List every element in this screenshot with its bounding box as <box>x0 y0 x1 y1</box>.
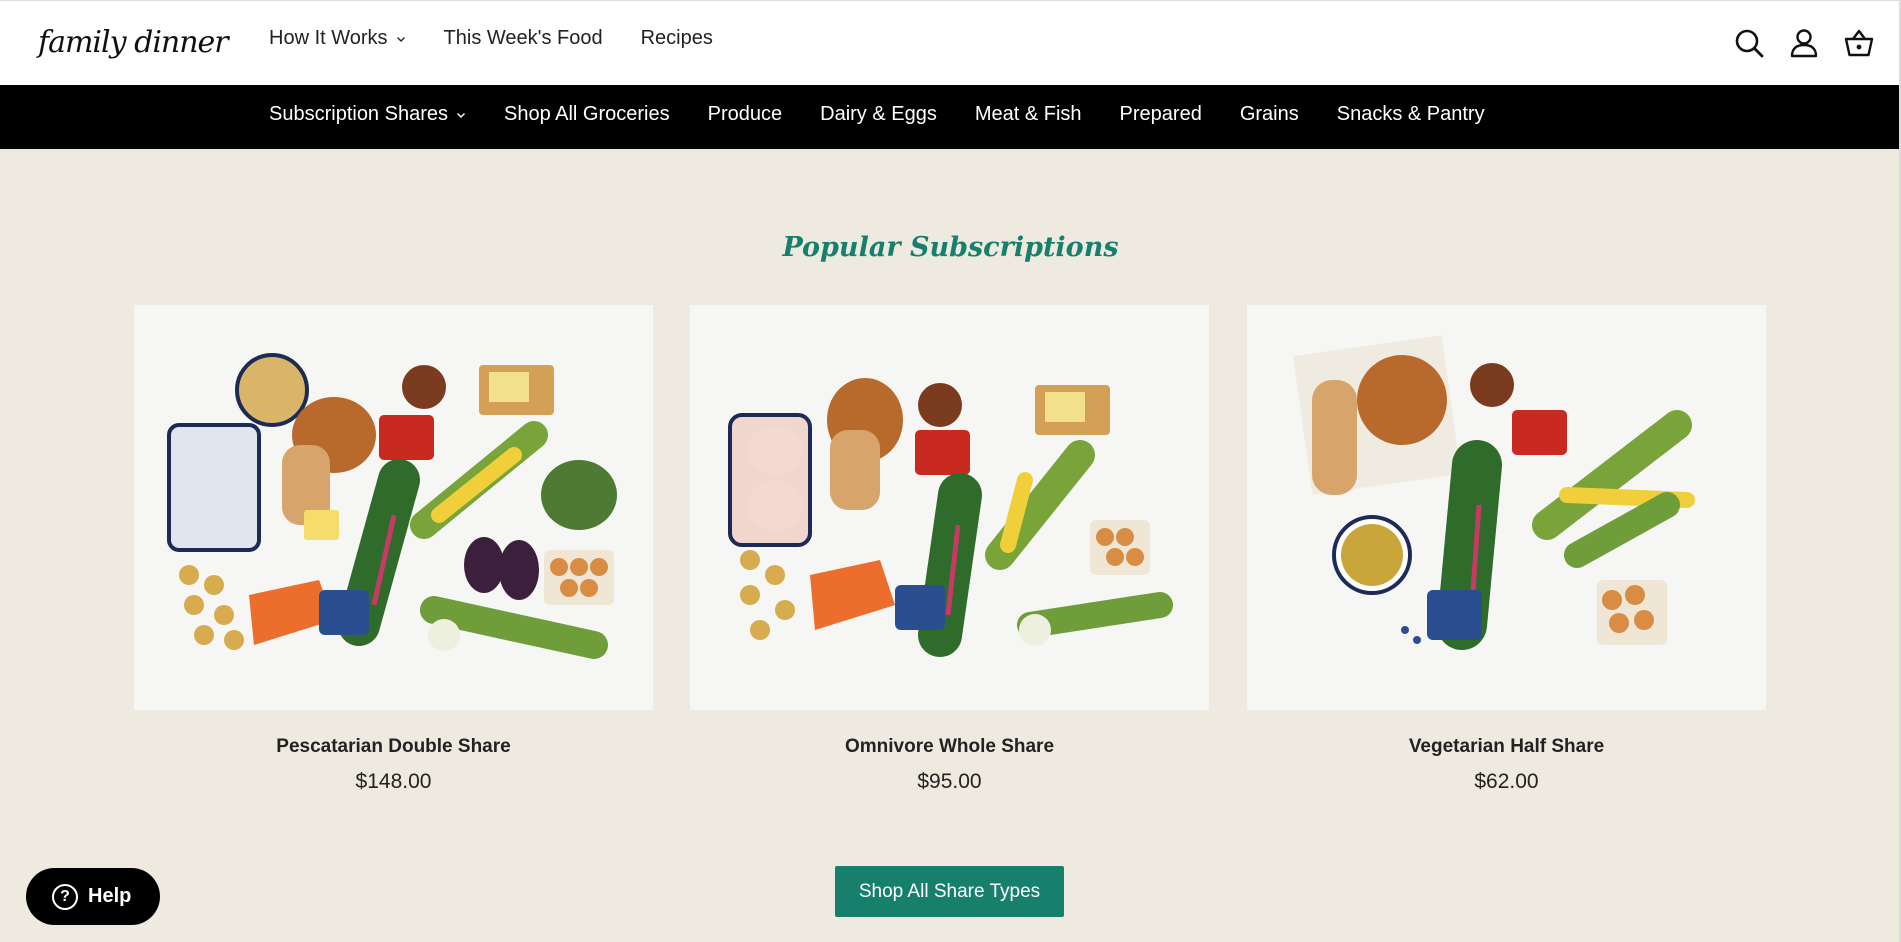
product-price: $148.00 <box>355 770 432 793</box>
product-name[interactable]: Vegetarian Half Share <box>1247 736 1766 758</box>
product-price: $95.00 <box>917 770 982 793</box>
product-card-pescatarian[interactable]: Pescatarian Double Share $148.00 <box>134 305 653 794</box>
help-icon: ? <box>52 883 78 910</box>
chevron-down-icon <box>456 112 465 118</box>
nav-recipes[interactable]: Recipes <box>641 27 713 50</box>
basket-icon[interactable] <box>1843 27 1875 59</box>
product-price: $62.00 <box>1474 770 1539 793</box>
top-navigation: How It Works This Week's Food Recipes <box>269 27 713 50</box>
cat-label: Snacks & Pantry <box>1336 103 1485 125</box>
family-dinner-logo[interactable]: family dinner <box>38 11 229 79</box>
cat-label: Produce <box>707 103 783 125</box>
nav-how-it-works-label: How It Works <box>269 27 388 49</box>
product-image[interactable] <box>690 305 1209 710</box>
cat-label: Prepared <box>1119 103 1202 125</box>
nav-how-it-works[interactable]: How It Works <box>269 27 406 50</box>
cat-produce[interactable]: Produce <box>708 103 783 126</box>
category-navigation: Subscription Shares Shop All Groceries P… <box>269 103 1485 126</box>
product-image[interactable] <box>1247 305 1766 710</box>
cat-label: Dairy & Eggs <box>820 103 937 125</box>
cat-label: Shop All Groceries <box>503 103 670 125</box>
cat-prepared[interactable]: Prepared <box>1120 103 1202 126</box>
nav-recipes-label: Recipes <box>640 27 713 49</box>
cat-shop-all-groceries[interactable]: Shop All Groceries <box>504 103 670 126</box>
cat-grains[interactable]: Grains <box>1240 103 1299 126</box>
nav-this-weeks-food[interactable]: This Week's Food <box>444 27 603 50</box>
shop-all-share-types-button[interactable]: Shop All Share Types <box>835 866 1064 917</box>
nav-this-weeks-food-label: This Week's Food <box>443 27 603 49</box>
logo-text: family dinner <box>38 25 229 60</box>
product-card-omnivore[interactable]: Omnivore Whole Share $95.00 <box>690 305 1209 794</box>
cat-snacks-pantry[interactable]: Snacks & Pantry <box>1337 103 1485 126</box>
product-name[interactable]: Pescatarian Double Share <box>134 736 653 758</box>
product-image[interactable] <box>134 305 653 710</box>
help-label: Help <box>88 885 132 907</box>
cat-label: Grains <box>1239 103 1299 125</box>
product-card-vegetarian[interactable]: Vegetarian Half Share $62.00 <box>1247 305 1766 794</box>
cat-subscription-shares-label: Subscription Shares <box>269 103 448 125</box>
chevron-down-icon <box>396 36 405 42</box>
cat-label: Meat & Fish <box>974 103 1082 125</box>
header-icons <box>1701 1 1901 86</box>
help-button[interactable]: ? Help <box>26 868 160 925</box>
category-bar: Subscription Shares Shop All Groceries P… <box>0 85 1901 149</box>
cat-dairy-eggs[interactable]: Dairy & Eggs <box>820 103 937 126</box>
product-name[interactable]: Omnivore Whole Share <box>690 736 1209 758</box>
cat-meat-fish[interactable]: Meat & Fish <box>975 103 1082 126</box>
account-icon[interactable] <box>1788 27 1820 59</box>
cat-subscription-shares[interactable]: Subscription Shares <box>269 103 466 126</box>
top-header: family dinner How It Works This Week's F… <box>0 0 1901 85</box>
search-icon[interactable] <box>1733 27 1765 59</box>
section-title: Popular Subscriptions <box>782 232 1119 263</box>
